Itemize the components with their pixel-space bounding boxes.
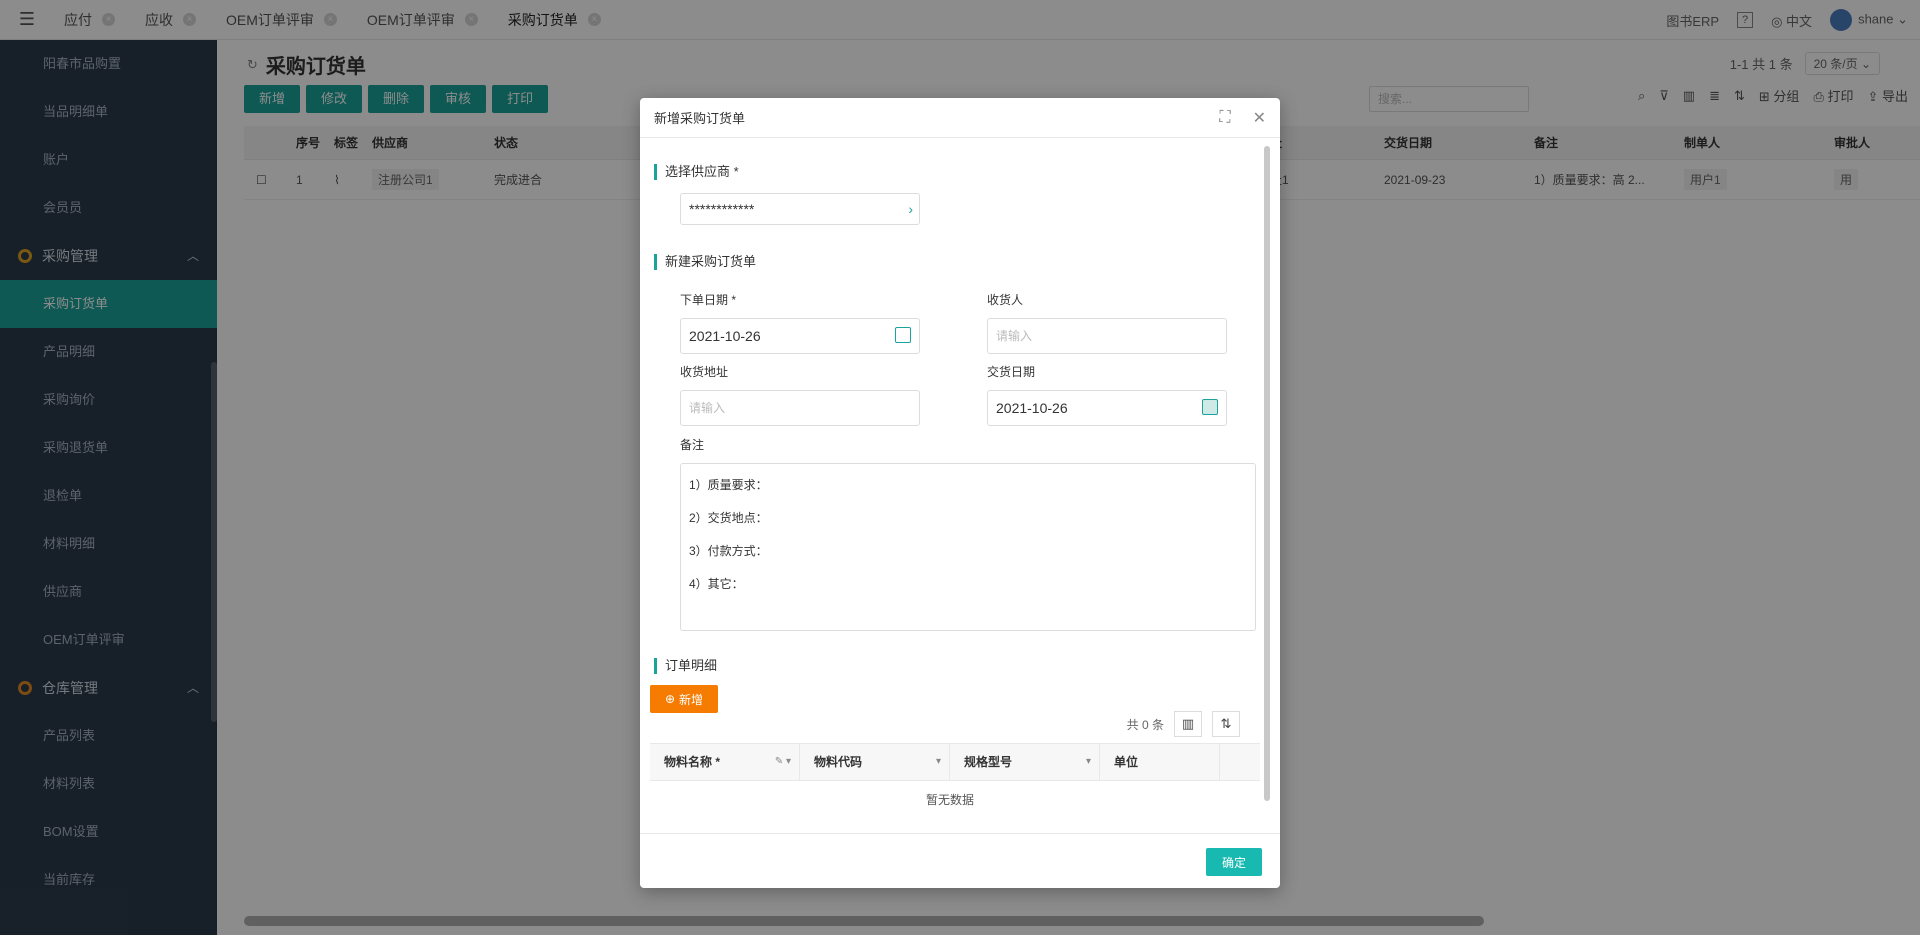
column-label: 物料名称 *	[664, 755, 721, 769]
order-date-label: 下单日期 *	[680, 293, 737, 307]
delivery-date-field[interactable]: 2021-10-26	[987, 390, 1227, 426]
column-header-material-name[interactable]: 物料名称 * ✎ ▾	[650, 743, 800, 781]
column-label: 规格型号	[964, 755, 1013, 769]
supplier-select[interactable]: ************ ›	[680, 193, 920, 225]
dialog-header-icons: ⛶ ✕	[1219, 98, 1266, 138]
add-detail-button[interactable]: ⊕ 新增	[650, 685, 718, 713]
caret-down-icon[interactable]: ▾	[936, 743, 941, 781]
column-header-spec[interactable]: 规格型号 ▾	[950, 743, 1100, 781]
order-date-field[interactable]: 2021-10-26	[680, 318, 920, 354]
chevron-right-icon: ›	[908, 201, 913, 217]
remark-textarea[interactable]: 1）质量要求： 2）交货地点： 3）付款方式： 4）其它：	[680, 463, 1256, 631]
detail-count: 共 0 条	[1126, 717, 1164, 732]
column-header-unit[interactable]: 单位	[1100, 743, 1220, 781]
pin-icon[interactable]: ✎ ▾	[775, 743, 791, 781]
detail-table-header: 物料名称 * ✎ ▾ 物料代码 ▾ 规格型号 ▾ 单位	[650, 743, 1260, 781]
empty-state: 暂无数据	[925, 793, 974, 807]
remark-line: 2）交货地点：	[689, 511, 768, 525]
section-title-order-detail: 订单明细	[654, 658, 717, 674]
delivery-date-value: 2021-10-26	[996, 400, 1068, 416]
order-date-value: 2021-10-26	[689, 328, 761, 344]
delivery-date-label: 交货日期	[987, 365, 1036, 379]
dialog-body: 选择供应商 * ************ › 新建采购订货单 下单日期 * 20…	[640, 138, 1280, 833]
chart-icon[interactable]: ▥	[1174, 711, 1202, 737]
dialog-title: 新增采购订货单	[654, 111, 746, 126]
confirm-button[interactable]: 确定	[1206, 848, 1262, 876]
calendar-icon[interactable]	[1202, 399, 1218, 415]
address-label: 收货地址	[680, 365, 729, 379]
remark-label: 备注	[680, 438, 705, 452]
dialog-scrollbar[interactable]	[1264, 146, 1270, 801]
section-title-supplier: 选择供应商 *	[654, 164, 739, 180]
column-label: 物料代码	[814, 755, 863, 769]
fullscreen-icon[interactable]: ⛶	[1219, 109, 1230, 127]
remark-line: 1）质量要求：	[689, 478, 768, 492]
new-purchase-order-dialog: 新增采购订货单 ⛶ ✕ 选择供应商 * ************ › 新建采购订…	[640, 98, 1280, 888]
close-icon[interactable]: ✕	[1253, 108, 1266, 128]
remark-line: 3）付款方式：	[689, 544, 768, 558]
supplier-value: ************	[689, 201, 755, 217]
plus-circle-icon: ⊕	[664, 692, 676, 706]
dialog-header: 新增采购订货单 ⛶ ✕	[640, 98, 1280, 138]
sort-icon[interactable]: ⇅	[1212, 711, 1240, 737]
add-detail-label: 新增	[679, 692, 704, 707]
detail-count-row: 共 0 条 ▥ ⇅	[1127, 711, 1240, 737]
caret-down-icon[interactable]: ▾	[1086, 743, 1091, 781]
column-header-material-code[interactable]: 物料代码 ▾	[800, 743, 950, 781]
calendar-icon[interactable]	[895, 327, 911, 343]
remark-line: 4）其它：	[689, 577, 744, 591]
receiver-field[interactable]: 请输入	[987, 318, 1227, 354]
section-title-new-order: 新建采购订货单	[654, 254, 756, 270]
dialog-footer: 确定	[640, 833, 1280, 888]
column-label: 单位	[1114, 755, 1139, 769]
receiver-label: 收货人	[987, 293, 1024, 307]
address-field[interactable]: 请输入	[680, 390, 920, 426]
